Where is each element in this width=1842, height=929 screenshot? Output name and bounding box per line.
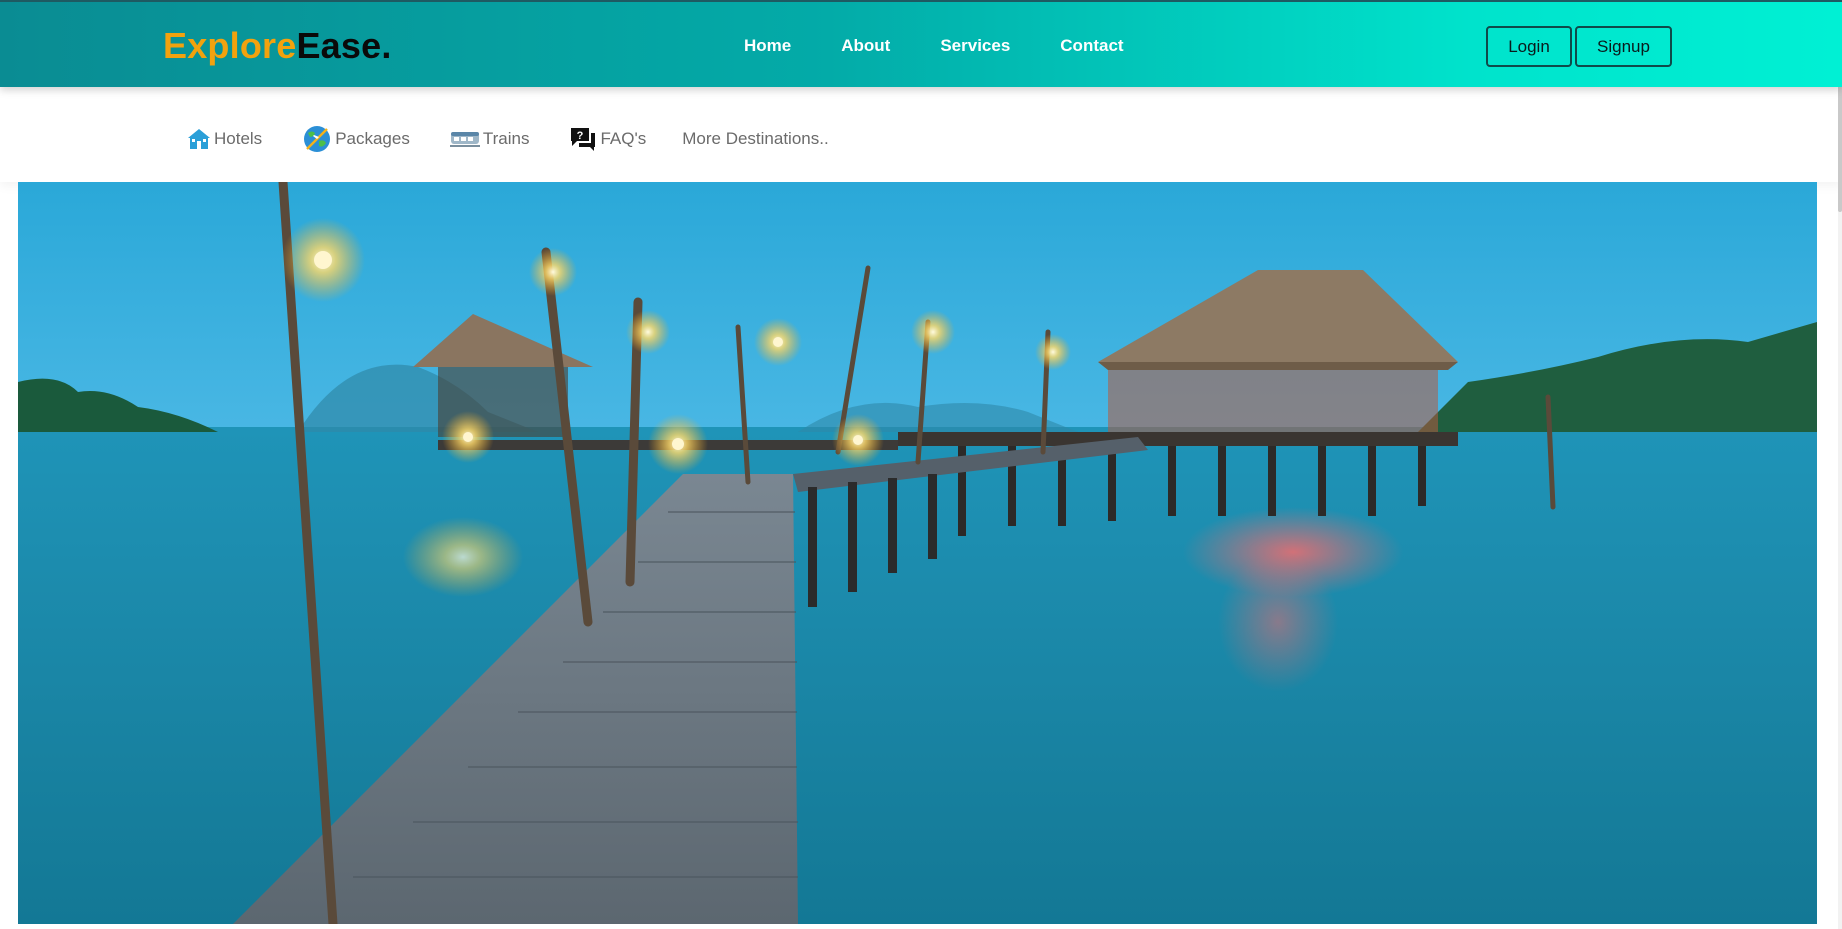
category-faqs[interactable]: ? FAQ's bbox=[569, 124, 646, 154]
category-trains-label: Trains bbox=[482, 129, 530, 148]
category-hotels-label: Hotels bbox=[214, 129, 263, 148]
tropical-pier-illustration bbox=[18, 182, 1817, 924]
nav-services-link[interactable]: Services bbox=[940, 35, 1010, 57]
login-button[interactable]: Login bbox=[1486, 26, 1572, 67]
hotel-icon bbox=[187, 128, 211, 150]
svg-text:?: ? bbox=[577, 130, 584, 142]
category-trains[interactable]: Trains bbox=[449, 124, 530, 154]
main-nav-links: Home About Services Contact bbox=[744, 35, 1124, 57]
category-more-label: More Destinations.. bbox=[682, 129, 829, 148]
category-links: Hotels Packages Trains ? FAQ's More Dest… bbox=[187, 124, 869, 154]
nav-home-link[interactable]: Home bbox=[744, 35, 791, 57]
nav-about-link[interactable]: About bbox=[841, 35, 890, 57]
globe-plane-icon bbox=[302, 124, 332, 154]
faq-chat-icon: ? bbox=[569, 126, 597, 152]
brand-logo-part2: Ease. bbox=[296, 25, 392, 66]
brand-logo-part1: Explore bbox=[163, 25, 297, 66]
nav-contact-link[interactable]: Contact bbox=[1060, 35, 1123, 57]
brand-logo[interactable]: ExploreEase. bbox=[163, 24, 392, 68]
category-more-destinations[interactable]: More Destinations.. bbox=[682, 124, 828, 154]
category-packages[interactable]: Packages bbox=[302, 124, 410, 154]
train-icon bbox=[449, 129, 480, 149]
category-faqs-label: FAQ's bbox=[600, 129, 647, 148]
signup-button[interactable]: Signup bbox=[1575, 26, 1672, 67]
category-packages-label: Packages bbox=[335, 129, 410, 148]
hero-image bbox=[18, 182, 1817, 924]
auth-buttons: Login Signup bbox=[1486, 26, 1672, 67]
category-hotels[interactable]: Hotels bbox=[187, 124, 262, 154]
main-navbar: ExploreEase. Home About Services Contact… bbox=[0, 0, 1842, 87]
